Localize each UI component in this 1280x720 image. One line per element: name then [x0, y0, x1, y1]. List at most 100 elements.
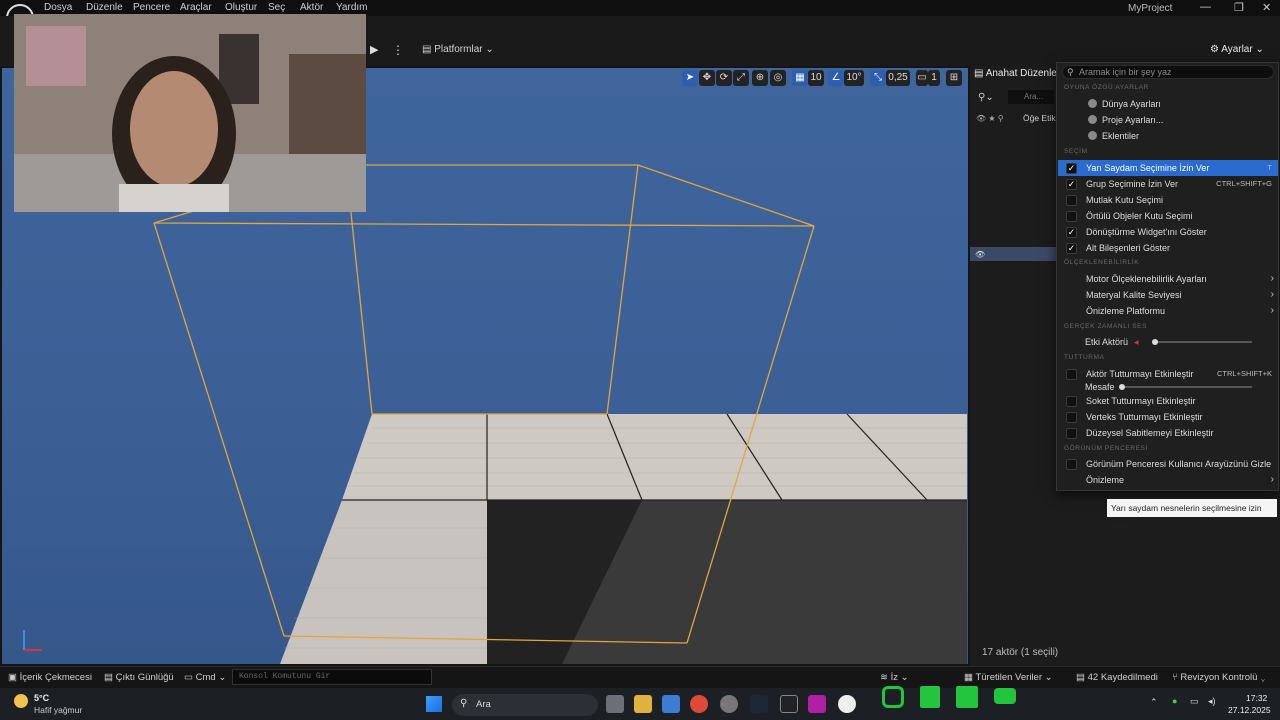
distance-slider[interactable]	[1122, 386, 1252, 388]
rotation-snap-icon[interactable]: ∠	[828, 70, 844, 86]
hide-viewport-ui-item[interactable]: Görünüm Penceresi Kullanıcı Arayüzünü Gi…	[1058, 456, 1278, 472]
material-quality-item[interactable]: Materyal Kalite Seviyesi ›	[1058, 287, 1278, 303]
chrome-icon[interactable]	[690, 695, 708, 713]
checkbox-checked[interactable]: ✓	[1066, 227, 1077, 238]
camera-speed-value[interactable]: 1	[928, 70, 940, 86]
volume-icon[interactable]: ◂)	[1208, 696, 1216, 707]
scale-snap-icon[interactable]: ⤡	[870, 70, 886, 86]
vertex-snapping-item[interactable]: Verteks Tutturmayı Etkinleştir	[1058, 409, 1278, 425]
outliner-tab[interactable]: ▤ Anahat Düzenle...	[974, 68, 1065, 79]
console-input[interactable]: Konsol Komutunu Gir	[232, 669, 432, 685]
search-icon: ⚲	[1067, 67, 1074, 77]
outliner-tab-label: Anahat Düzenle...	[985, 68, 1066, 79]
clock-date: 27.12.2025	[1228, 705, 1271, 715]
checkbox-unchecked[interactable]	[1066, 211, 1077, 222]
maximize-icon[interactable]: ❐	[1234, 1, 1244, 14]
checkbox-checked[interactable]: ✓	[1066, 163, 1077, 174]
checkbox-checked[interactable]: ✓	[1066, 243, 1077, 254]
strict-box-selection-item[interactable]: Mutlak Kutu Seçimi	[1058, 192, 1278, 208]
plane-snapping-item[interactable]: Düzeysel Sabitlemeyi Etkinleştir	[1058, 425, 1278, 441]
effect-actor-slider[interactable]	[1154, 341, 1252, 343]
engine-scalability-item[interactable]: Motor Ölçeklenebilirlik Ayarları ›	[1058, 271, 1278, 287]
menu-create[interactable]: Oluştur	[225, 2, 257, 13]
checkbox-unchecked[interactable]	[1066, 428, 1077, 439]
play-icon[interactable]: ▶	[370, 43, 384, 57]
scale-icon[interactable]: ⤢	[733, 70, 749, 86]
rotate-icon[interactable]: ⟳	[716, 70, 732, 86]
menu-actor[interactable]: Aktör	[300, 2, 323, 13]
eye-icon[interactable]: 👁	[975, 250, 985, 259]
scale-snap-value[interactable]: 0,25	[886, 70, 910, 86]
checkbox-unchecked[interactable]	[1066, 195, 1077, 206]
plugins-item[interactable]: Eklentiler	[1058, 128, 1278, 144]
grid-snap-icon[interactable]: ▦	[792, 70, 808, 86]
derived-data-button[interactable]: ▦ Türetilen Veriler ⌄	[964, 672, 1053, 683]
epic-games-icon[interactable]	[780, 695, 798, 713]
cmd-dropdown[interactable]: ▭ Cmd ⌄	[184, 672, 226, 683]
close-icon[interactable]: ✕	[1262, 1, 1271, 14]
menu-window[interactable]: Pencere	[133, 2, 170, 13]
maximize-viewport-icon[interactable]: ⊞	[946, 70, 962, 86]
project-title: MyProject	[1128, 3, 1173, 14]
revision-control-button[interactable]: ⑂ Revizyon Kontrolü ⌄	[1172, 672, 1266, 683]
world-space-icon[interactable]: ⊕	[752, 70, 768, 86]
store-icon[interactable]	[662, 695, 680, 713]
platforms-button[interactable]: ▤ Platformlar ⌄	[422, 44, 494, 55]
project-settings-item[interactable]: Proje Ayarları...	[1058, 112, 1278, 128]
instagram-icon	[882, 686, 904, 708]
settings-search-input[interactable]: ⚲ Aramak için bir şey yaz	[1062, 65, 1274, 79]
network-icon[interactable]: ▭	[1190, 696, 1199, 707]
select-mode-icon[interactable]: ➤	[682, 70, 698, 86]
unsaved-button[interactable]: ▤ 42 Kaydedilmedi	[1076, 672, 1158, 683]
weather-temp: 5°C	[34, 693, 50, 703]
translate-icon[interactable]: ✥	[699, 70, 715, 86]
trace-icon[interactable]: ≋ İz ⌄	[880, 672, 909, 683]
filter-icon[interactable]: ⚲⌄	[978, 92, 994, 103]
windows-start-icon[interactable]	[426, 696, 442, 712]
more-options-icon[interactable]: ⋮	[392, 43, 404, 57]
tooltip: Yarı saydam nesnelerin seçilmesine izin …	[1107, 499, 1277, 531]
checkbox-unchecked[interactable]	[1066, 412, 1077, 423]
checkbox-unchecked[interactable]	[1066, 396, 1077, 407]
unreal-engine-icon[interactable]	[838, 695, 856, 713]
menu-tools[interactable]: Araçlar	[180, 2, 212, 13]
tiktok-icon	[920, 686, 940, 708]
menu-help[interactable]: Yardım	[336, 2, 368, 13]
taskbar-search[interactable]: ⚲ Ara	[452, 694, 598, 716]
world-settings-item[interactable]: Dünya Ayarları	[1058, 96, 1278, 112]
file-explorer-icon[interactable]	[634, 695, 652, 713]
effect-actor-slider-knob[interactable]	[1152, 339, 1158, 345]
preview-item[interactable]: Önizleme ›	[1058, 472, 1278, 488]
app-icon[interactable]	[808, 695, 826, 713]
task-view-icon[interactable]	[606, 695, 624, 713]
show-subcomponents-item[interactable]: ✓ Alt Bileşenleri Göster	[1058, 240, 1278, 256]
section-scalability: ÖLÇEKLENEBİLİRLİK	[1064, 259, 1140, 266]
content-drawer-button[interactable]: ▣ İçerik Çekmecesi	[8, 672, 92, 683]
minimize-icon[interactable]: —	[1200, 1, 1211, 13]
settings-button[interactable]: ⚙ Ayarlar ⌄	[1210, 44, 1264, 55]
menu-select[interactable]: Seç	[268, 2, 285, 13]
group-selection-item[interactable]: ✓ Grup Seçimine İzin Ver CTRL+SHIFT+G	[1058, 176, 1278, 192]
socket-snapping-item[interactable]: Soket Tutturmayı Etkinleştir	[1058, 393, 1278, 409]
weather-icon[interactable]	[14, 694, 28, 708]
show-transform-widget-item[interactable]: ✓ Dönüştürme Widget'ını Göster	[1058, 224, 1278, 240]
outliner-search-input[interactable]: Ara...	[1008, 90, 1054, 104]
checkbox-unchecked[interactable]	[1066, 459, 1077, 470]
occluded-box-selection-item[interactable]: Örtülü Objeler Kutu Seçimi	[1058, 208, 1278, 224]
github-icon[interactable]	[720, 695, 738, 713]
checkbox-checked[interactable]: ✓	[1066, 179, 1077, 190]
microphone-icon[interactable]: ●	[1172, 696, 1177, 706]
distance-slider-knob[interactable]	[1119, 384, 1125, 390]
menu-file[interactable]: Dosya	[44, 2, 72, 13]
tray-chevron-up-icon[interactable]: ⌃	[1150, 697, 1158, 708]
surface-snap-icon[interactable]: ◎	[770, 70, 786, 86]
grid-snap-value[interactable]: 10	[808, 70, 824, 86]
preview-platform-item[interactable]: Önizleme Platformu ›	[1058, 303, 1278, 319]
outliner-label-column: Öğe Etik	[1023, 113, 1056, 123]
output-log-button[interactable]: ▤ Çıktı Günlüğü	[104, 672, 174, 683]
translucent-selection-item[interactable]: ✓ Yarı Saydam Seçimine İzin Ver T	[1058, 160, 1278, 176]
steam-icon[interactable]	[750, 695, 768, 713]
camera-speed-icon[interactable]: ▭	[916, 70, 928, 86]
rotation-snap-value[interactable]: 10°	[844, 70, 864, 86]
menu-edit[interactable]: Düzenle	[86, 2, 123, 13]
